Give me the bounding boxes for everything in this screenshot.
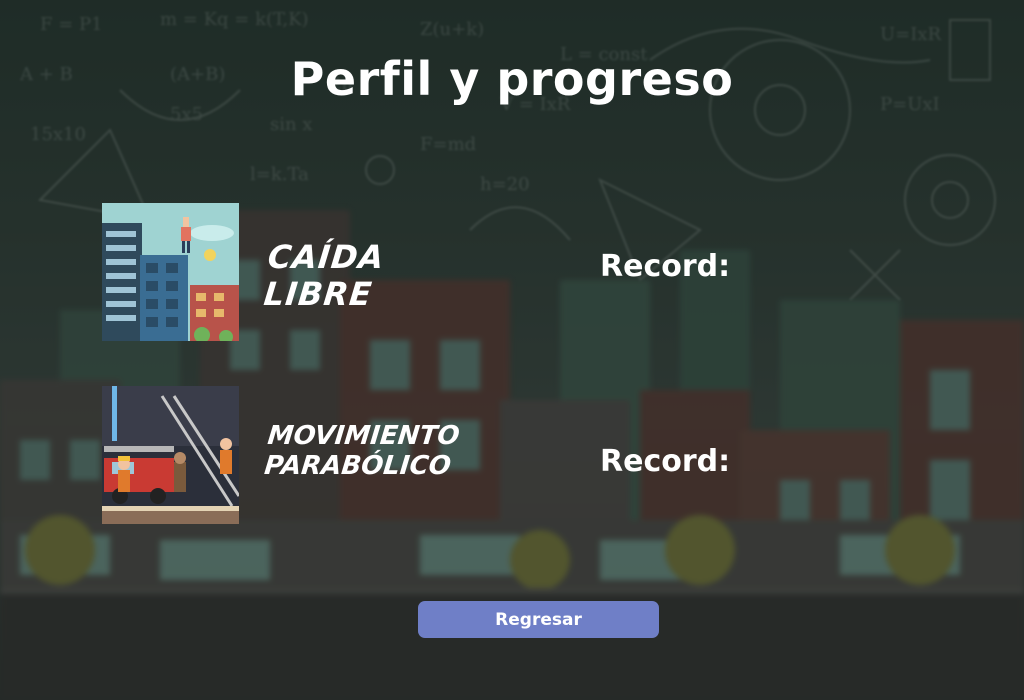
page-title: Perfil y progreso xyxy=(290,52,734,106)
record-label-movimiento-parabolico: Record: xyxy=(600,444,731,479)
firefighter-thumbnail-icon xyxy=(102,386,239,524)
falling-building-thumbnail-icon xyxy=(102,203,239,341)
back-button[interactable]: Regresar xyxy=(418,601,659,638)
game-title-caida-libre: Caída Libre xyxy=(262,238,387,313)
game-row-caida-libre[interactable]: Caída Libre Record: xyxy=(100,203,800,343)
record-label-caida-libre: Record: xyxy=(600,249,731,284)
game-row-movimiento-parabolico[interactable]: Movimiento Parabólico Record: xyxy=(100,386,800,526)
game-title-movimiento-parabolico: Movimiento Parabólico xyxy=(262,421,461,481)
